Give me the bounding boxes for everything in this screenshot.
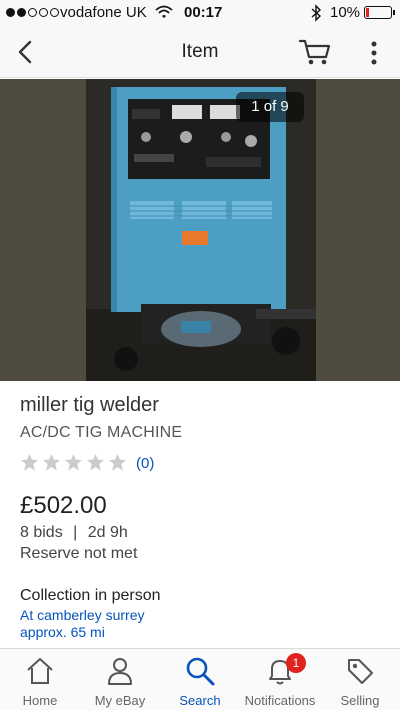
- star-icon: [64, 453, 83, 471]
- tab-label: My eBay: [94, 693, 146, 708]
- home-icon: [27, 658, 53, 684]
- bottom-tab-bar: Home My eBay Search 1 Notifications Sell…: [0, 648, 400, 710]
- wifi-icon: [155, 5, 173, 18]
- star-icon: [42, 453, 61, 471]
- status-bar: vodafone UK 00:17 10%: [0, 0, 400, 26]
- review-count-link[interactable]: (0): [136, 455, 154, 472]
- more-vertical-icon[interactable]: [366, 40, 382, 66]
- navigation-bar: Item: [0, 26, 400, 78]
- cart-icon[interactable]: [298, 37, 332, 67]
- star-icon: [108, 453, 127, 471]
- tab-home[interactable]: Home: [0, 649, 80, 710]
- time-left: 2d 9h: [87, 524, 128, 541]
- item-photo[interactable]: [86, 79, 316, 381]
- item-subtitle: AC/DC TIG MACHINE: [20, 424, 183, 441]
- page-title: Item: [181, 41, 219, 62]
- tag-icon: [348, 659, 373, 684]
- notification-badge: 1: [286, 653, 306, 673]
- star-icon: [20, 453, 39, 471]
- collection-heading: Collection in person: [20, 587, 161, 604]
- item-price: £502.00: [20, 492, 107, 519]
- tab-search[interactable]: Search: [160, 649, 240, 710]
- separator: |: [73, 524, 78, 541]
- item-title: miller tig welder: [20, 394, 159, 416]
- battery-icon: [364, 6, 395, 19]
- bids-and-time: 8 bids | 2d 9h: [20, 524, 128, 542]
- user-icon: [108, 658, 132, 685]
- tab-label: Selling: [340, 693, 380, 708]
- collection-distance[interactable]: approx. 65 mi: [20, 624, 105, 640]
- item-photo-gallery[interactable]: 1 of 9: [0, 79, 400, 381]
- tab-label: Search: [179, 693, 221, 708]
- star-icon: [86, 453, 105, 471]
- carrier-name: vodafone UK: [60, 4, 147, 21]
- star-rating[interactable]: [20, 453, 127, 472]
- tab-label: Home: [22, 693, 58, 708]
- welder-image: [86, 79, 316, 381]
- status-time: 00:17: [184, 4, 223, 21]
- search-icon: [186, 657, 215, 686]
- tab-label: Notifications: [244, 693, 316, 708]
- signal-strength-icon: [6, 8, 59, 17]
- bid-count: 8 bids: [20, 524, 63, 541]
- collection-location-link[interactable]: At camberley surrey: [20, 607, 144, 624]
- reserve-status: Reserve not met: [20, 545, 138, 562]
- tab-my-ebay[interactable]: My eBay: [80, 649, 160, 710]
- photo-counter: 1 of 9: [236, 92, 304, 122]
- battery-percent: 10%: [330, 4, 361, 21]
- bluetooth-icon: [311, 4, 322, 22]
- tab-selling[interactable]: Selling: [320, 649, 400, 710]
- tab-notifications[interactable]: 1 Notifications: [240, 649, 320, 710]
